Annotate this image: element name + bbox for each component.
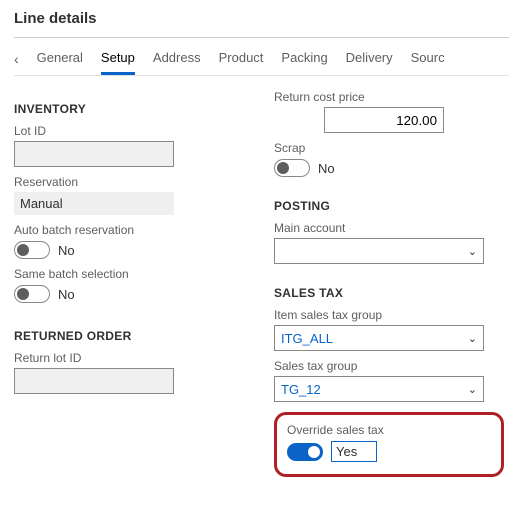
sales-tax-group-label: Sales tax group	[274, 359, 504, 373]
item-sales-tax-group-label: Item sales tax group	[274, 308, 504, 322]
override-sales-tax-text: Yes	[331, 441, 377, 462]
lot-id-label: Lot ID	[14, 124, 234, 138]
header-divider	[14, 37, 509, 38]
reservation-value[interactable]: Manual	[14, 192, 174, 215]
sales-tax-group-dropdown[interactable]: TG_12 ⌄	[274, 376, 484, 402]
right-column: Return cost price Scrap No POSTING Main …	[274, 90, 504, 477]
form-columns: INVENTORY Lot ID Reservation Manual Auto…	[14, 90, 509, 477]
section-posting: POSTING	[274, 199, 504, 213]
item-sales-tax-group-value: ITG_ALL	[281, 331, 333, 346]
same-batch-label: Same batch selection	[14, 267, 234, 281]
item-sales-tax-group-dropdown[interactable]: ITG_ALL ⌄	[274, 325, 484, 351]
return-cost-price-input[interactable]	[324, 107, 444, 133]
override-sales-tax-toggle-row: Yes	[287, 441, 473, 462]
main-account-label: Main account	[274, 221, 504, 235]
tab-address[interactable]: Address	[153, 44, 201, 73]
section-returned-order: RETURNED ORDER	[14, 329, 234, 343]
return-lot-id-label: Return lot ID	[14, 351, 234, 365]
return-cost-price-label: Return cost price	[274, 90, 504, 104]
return-cost-price-wrap	[274, 107, 444, 133]
tab-sourcing[interactable]: Sourc	[411, 44, 445, 73]
auto-batch-toggle[interactable]	[14, 241, 50, 259]
section-sales-tax: SALES TAX	[274, 286, 504, 300]
main-account-dropdown[interactable]: ⌄	[274, 238, 484, 264]
scrap-toggle-text: No	[318, 161, 335, 176]
page-title: Line details	[14, 10, 509, 37]
lot-id-input[interactable]	[14, 141, 174, 167]
reservation-label: Reservation	[14, 175, 234, 189]
tab-prev-chevron-icon[interactable]: ‹	[14, 51, 19, 67]
left-column: INVENTORY Lot ID Reservation Manual Auto…	[14, 90, 234, 477]
scrap-toggle-row: No	[274, 159, 504, 177]
return-lot-id-input[interactable]	[14, 368, 174, 394]
tab-general[interactable]: General	[37, 44, 83, 73]
chevron-down-icon: ⌄	[468, 383, 477, 396]
tab-setup[interactable]: Setup	[101, 44, 135, 73]
auto-batch-toggle-text: No	[58, 243, 75, 258]
scrap-toggle[interactable]	[274, 159, 310, 177]
scrap-label: Scrap	[274, 141, 504, 155]
same-batch-toggle-text: No	[58, 287, 75, 302]
chevron-down-icon: ⌄	[468, 245, 477, 258]
auto-batch-toggle-row: No	[14, 241, 234, 259]
chevron-down-icon: ⌄	[468, 332, 477, 345]
same-batch-toggle-row: No	[14, 285, 234, 303]
same-batch-toggle[interactable]	[14, 285, 50, 303]
override-sales-tax-highlight: Override sales tax Yes	[274, 412, 504, 477]
section-inventory: INVENTORY	[14, 102, 234, 116]
tab-packing[interactable]: Packing	[281, 44, 327, 73]
override-sales-tax-toggle[interactable]	[287, 443, 323, 461]
tab-product[interactable]: Product	[219, 44, 264, 73]
sales-tax-group-value: TG_12	[281, 382, 321, 397]
tab-delivery[interactable]: Delivery	[346, 44, 393, 73]
override-sales-tax-label: Override sales tax	[287, 423, 473, 437]
tab-bar: ‹ General Setup Address Product Packing …	[14, 44, 509, 76]
auto-batch-label: Auto batch reservation	[14, 223, 234, 237]
